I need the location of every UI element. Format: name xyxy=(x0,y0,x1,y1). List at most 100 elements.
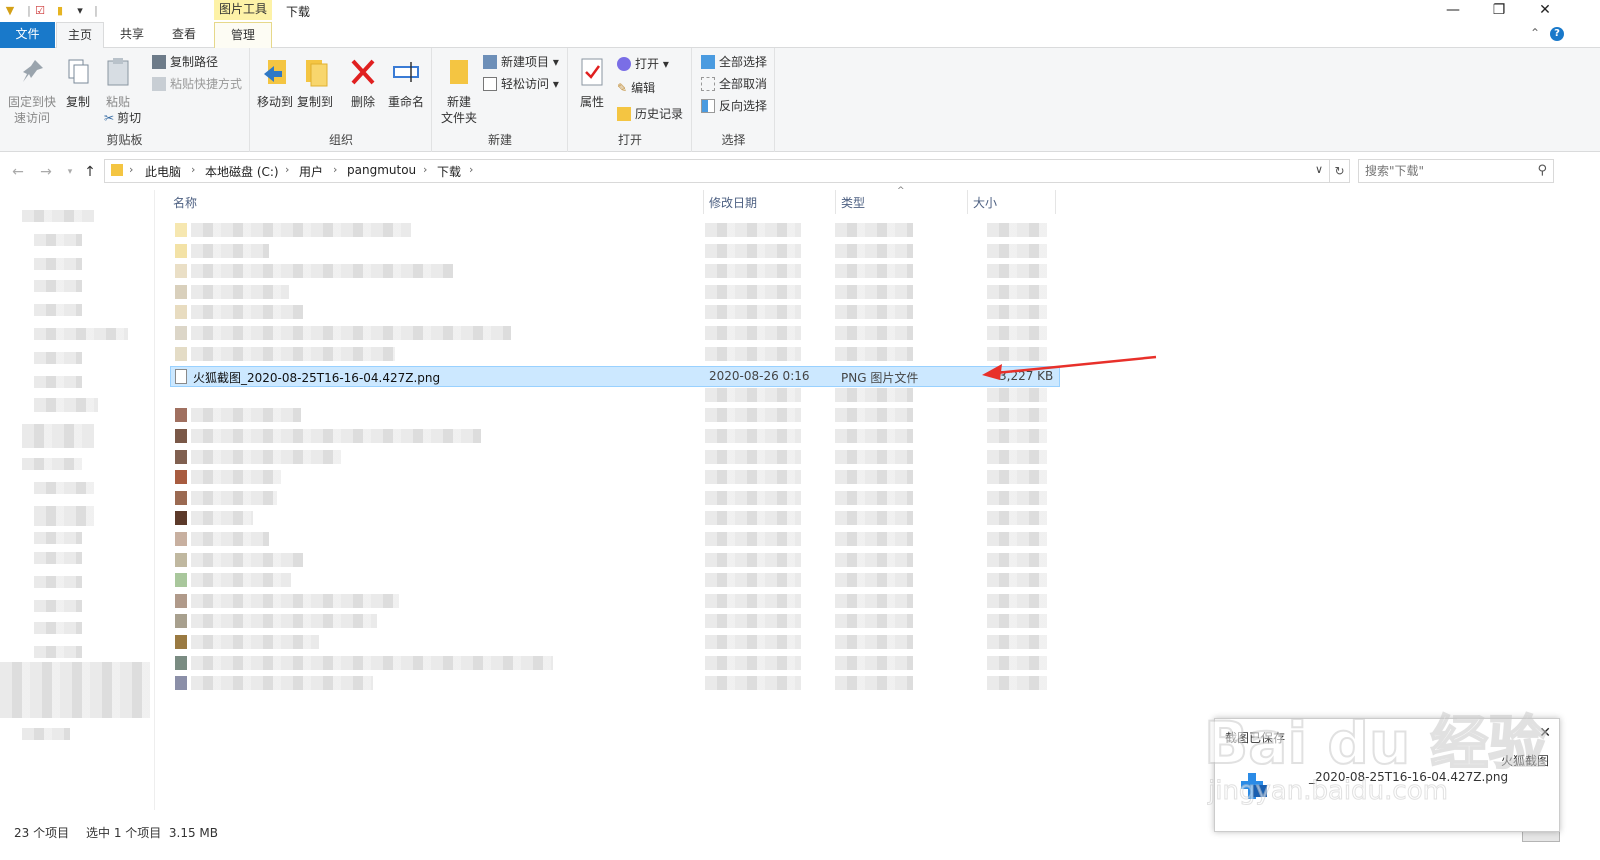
nav-item[interactable] xyxy=(22,458,82,470)
navigation-pane[interactable] xyxy=(0,190,155,810)
rename-button[interactable]: 重命名 xyxy=(385,56,427,110)
nav-item[interactable] xyxy=(34,622,82,634)
breadcrumb-user[interactable]: pangmutou xyxy=(347,163,416,177)
address-dropdown-icon[interactable]: ∨ xyxy=(1315,163,1323,176)
copy-button[interactable]: 复制 xyxy=(60,56,96,110)
file-row[interactable] xyxy=(165,282,1060,302)
nav-item[interactable] xyxy=(34,304,82,316)
column-divider[interactable] xyxy=(1055,190,1056,214)
nav-item[interactable] xyxy=(34,328,128,340)
back-arrow-icon[interactable]: ← xyxy=(8,162,28,182)
copy-path-button[interactable]: 复制路径 xyxy=(152,52,218,72)
customize-qa-icon[interactable]: ▾ xyxy=(73,3,87,19)
nav-item[interactable] xyxy=(34,552,82,564)
cut-button[interactable]: ✂ 剪切 xyxy=(104,108,141,128)
file-row[interactable] xyxy=(165,405,1060,425)
folder-icon[interactable]: ▼ xyxy=(3,3,17,19)
easy-access-button[interactable]: 轻松访问 ▾ xyxy=(483,74,559,94)
tab-home[interactable]: 主页 xyxy=(56,22,104,49)
file-row[interactable] xyxy=(165,529,1060,549)
refresh-icon[interactable]: ↻ xyxy=(1330,159,1350,183)
properties-qa-icon[interactable]: ☑ xyxy=(33,3,47,19)
file-row[interactable] xyxy=(165,344,1060,364)
tab-view[interactable]: 查看 xyxy=(160,22,208,48)
forward-arrow-icon[interactable]: → xyxy=(36,162,56,182)
column-name[interactable]: 名称 xyxy=(173,194,197,211)
file-row[interactable] xyxy=(165,611,1060,631)
breadcrumb-downloads[interactable]: 下载 xyxy=(437,163,461,180)
file-row[interactable] xyxy=(165,591,1060,611)
nav-item[interactable] xyxy=(34,352,82,364)
nav-item[interactable] xyxy=(34,376,82,388)
paste-shortcut-button[interactable]: 粘贴快捷方式 xyxy=(152,74,242,94)
new-folder-button[interactable]: 新建 文件夹 xyxy=(437,56,481,126)
edit-button[interactable]: ✎ 编辑 xyxy=(617,78,655,98)
file-row[interactable] xyxy=(165,570,1060,590)
nav-item[interactable] xyxy=(34,576,82,588)
recent-locations-icon[interactable]: ▾ xyxy=(60,162,80,182)
tab-manage[interactable]: 管理 xyxy=(214,22,272,48)
breadcrumb-users[interactable]: 用户 xyxy=(299,163,323,180)
file-row[interactable] xyxy=(165,302,1060,322)
search-box[interactable]: ⚲ xyxy=(1358,159,1554,183)
nav-item[interactable] xyxy=(34,600,82,612)
column-type[interactable]: 类型 xyxy=(841,194,865,211)
breadcrumb-this-pc[interactable]: 此电脑 xyxy=(145,163,181,180)
pin-quick-access-button[interactable]: 固定到快 速访问 xyxy=(6,56,58,126)
file-row[interactable] xyxy=(165,508,1060,528)
screenshot-saved-toast[interactable]: 截图已保存 ✕ 火狐截图 _2020-08-25T16-16-04.427Z.p… xyxy=(1214,718,1560,832)
search-icon[interactable]: ⚲ xyxy=(1537,163,1547,178)
move-to-button[interactable]: 移动到 xyxy=(255,56,295,110)
file-row[interactable] xyxy=(165,241,1060,261)
nav-item[interactable] xyxy=(0,662,150,718)
file-row[interactable] xyxy=(165,447,1060,467)
up-arrow-icon[interactable]: ↑ xyxy=(80,162,100,182)
new-item-button[interactable]: 新建项目 ▾ xyxy=(483,52,559,72)
close-icon[interactable]: ✕ xyxy=(1539,725,1551,741)
address-bar[interactable]: › 此电脑 › 本地磁盘 (C:) › 用户 › pangmutou › 下载 … xyxy=(104,159,1330,183)
nav-item[interactable] xyxy=(34,532,82,544)
tab-file[interactable]: 文件 xyxy=(0,22,55,48)
column-divider[interactable] xyxy=(967,190,968,214)
select-all-button[interactable]: 全部选择 xyxy=(701,52,767,72)
breadcrumb-local-disk[interactable]: 本地磁盘 (C:) xyxy=(205,163,279,180)
delete-button[interactable]: 删除 xyxy=(345,56,381,110)
file-row[interactable] xyxy=(165,673,1060,693)
file-row[interactable] xyxy=(165,426,1060,446)
help-icon[interactable]: ? xyxy=(1550,27,1564,41)
nav-item[interactable] xyxy=(34,234,82,246)
file-row[interactable] xyxy=(165,488,1060,508)
file-row[interactable] xyxy=(165,261,1060,281)
column-divider[interactable] xyxy=(703,190,704,214)
invert-selection-button[interactable]: 反向选择 xyxy=(701,96,767,116)
properties-button[interactable]: 属性 xyxy=(573,56,611,110)
nav-item[interactable] xyxy=(34,280,82,292)
copy-to-button[interactable]: 复制到 xyxy=(295,56,335,110)
collapse-ribbon-icon[interactable]: ⌃ xyxy=(1530,26,1540,40)
selected-file-row[interactable]: 火狐截图_2020-08-25T16-16-04.427Z.png 2020-0… xyxy=(170,366,1060,387)
column-date[interactable]: 修改日期 xyxy=(709,194,757,211)
restore-button[interactable]: ❐ xyxy=(1476,0,1522,22)
file-row[interactable] xyxy=(165,385,1060,405)
file-row[interactable] xyxy=(165,550,1060,570)
close-button[interactable]: ✕ xyxy=(1522,0,1568,22)
open-button[interactable]: 打开 ▾ xyxy=(617,54,669,74)
minimize-button[interactable]: — xyxy=(1430,0,1476,22)
search-input[interactable] xyxy=(1365,162,1525,180)
nav-item[interactable] xyxy=(34,506,94,526)
paste-button[interactable]: 粘贴 xyxy=(100,56,136,110)
history-button[interactable]: 历史记录 xyxy=(617,104,683,124)
tab-share[interactable]: 共享 xyxy=(108,22,156,48)
nav-item[interactable] xyxy=(22,424,94,448)
nav-item[interactable] xyxy=(34,258,82,270)
select-none-button[interactable]: 全部取消 xyxy=(701,74,767,94)
file-row[interactable] xyxy=(165,220,1060,240)
column-divider[interactable] xyxy=(835,190,836,214)
file-row[interactable] xyxy=(165,323,1060,343)
nav-item[interactable] xyxy=(34,398,98,412)
file-row[interactable] xyxy=(165,653,1060,673)
column-size[interactable]: 大小 xyxy=(973,194,997,211)
nav-item[interactable] xyxy=(34,646,82,658)
file-row[interactable] xyxy=(165,467,1060,487)
new-folder-qa-icon[interactable]: ▮ xyxy=(53,3,67,19)
